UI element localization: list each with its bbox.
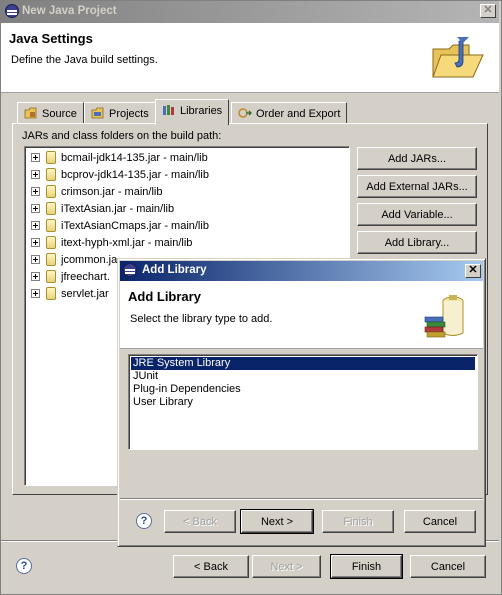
- expand-icon[interactable]: [31, 272, 40, 281]
- jar-row[interactable]: crimson.jar - main/lib: [31, 185, 162, 202]
- expand-icon[interactable]: [31, 221, 40, 230]
- finish-button[interactable]: Finish: [330, 554, 403, 579]
- dialog-page-description: Select the library type to add.: [130, 313, 273, 325]
- add-jars-button[interactable]: Add JARs...: [357, 147, 477, 170]
- wizard-page-description: Define the Java build settings.: [11, 54, 158, 66]
- expand-icon[interactable]: [31, 170, 40, 179]
- tab-projects[interactable]: Projects: [84, 102, 156, 124]
- cancel-button[interactable]: Cancel: [410, 555, 486, 578]
- jar-icon: [46, 287, 56, 300]
- jar-row[interactable]: servlet.jar: [31, 287, 109, 304]
- jar-icon: [46, 151, 56, 164]
- library-type-item[interactable]: JUnit: [131, 370, 475, 383]
- jar-label: jcommon.ja: [61, 254, 118, 266]
- library-type-list[interactable]: JRE System Library JUnit Plug-in Depende…: [128, 354, 478, 450]
- jar-icon: [46, 236, 56, 249]
- dialog-back-button[interactable]: < Back: [164, 510, 236, 533]
- eclipse-logo-icon: [5, 4, 19, 18]
- next-button[interactable]: Next >: [252, 555, 321, 578]
- library-type-item[interactable]: User Library: [131, 396, 475, 409]
- jar-label: iTextAsianCmaps.jar - main/lib: [61, 220, 209, 232]
- dialog-next-button[interactable]: Next >: [240, 509, 314, 534]
- jar-row[interactable]: jfreechart.: [31, 270, 110, 287]
- jar-row[interactable]: itext-hyph-xml.jar - main/lib: [31, 236, 192, 253]
- add-library-button[interactable]: Add Library...: [357, 231, 477, 254]
- source-icon: [24, 107, 37, 119]
- jar-row[interactable]: bcmail-jdk14-135.jar - main/lib: [31, 151, 208, 168]
- tab-libraries-label: Libraries: [180, 105, 223, 117]
- libraries-icon: [163, 105, 174, 115]
- dialog-footer-separator: [120, 498, 483, 500]
- expand-icon[interactable]: [31, 204, 40, 213]
- jar-row[interactable]: jcommon.ja: [31, 253, 117, 270]
- jar-row[interactable]: iTextAsianCmaps.jar - main/lib: [31, 219, 209, 236]
- library-type-item[interactable]: Plug-in Dependencies: [131, 383, 475, 396]
- dialog-banner: Add Library Select the library type to a…: [120, 281, 483, 349]
- library-jar-icon: [424, 295, 464, 338]
- dialog-page-title: Add Library: [128, 289, 201, 304]
- window-titlebar[interactable]: New Java Project ✕: [1, 1, 499, 23]
- jar-row[interactable]: iTextAsian.jar - main/lib: [31, 202, 174, 219]
- wizard-banner: Java Settings Define the Java build sett…: [1, 23, 499, 93]
- add-library-dialog: Add Library ✕ Add Library Select the lib…: [117, 258, 486, 547]
- jar-icon: [46, 253, 56, 266]
- expand-icon[interactable]: [31, 153, 40, 162]
- tab-order-and-export-label: Order and Export: [256, 108, 341, 120]
- jar-label: itext-hyph-xml.jar - main/lib: [61, 237, 193, 249]
- jar-icon: [46, 219, 56, 232]
- expand-icon[interactable]: [31, 187, 40, 196]
- projects-icon: [91, 107, 104, 119]
- dialog-finish-button[interactable]: Finish: [322, 510, 394, 533]
- jar-icon: [46, 168, 56, 181]
- dialog-help-icon[interactable]: ?: [136, 513, 152, 529]
- wizard-page-title: Java Settings: [9, 31, 93, 46]
- tab-libraries[interactable]: Libraries: [155, 99, 230, 125]
- eclipse-logo-icon: [123, 263, 137, 277]
- help-icon[interactable]: ?: [16, 558, 32, 574]
- jar-label: bcmail-jdk14-135.jar - main/lib: [61, 152, 208, 164]
- add-variable-button[interactable]: Add Variable...: [357, 203, 477, 226]
- tab-source-label: Source: [42, 108, 77, 120]
- back-button[interactable]: < Back: [173, 555, 249, 578]
- order-export-icon: [238, 108, 252, 118]
- dialog-cancel-button[interactable]: Cancel: [404, 510, 476, 533]
- window-title: New Java Project: [22, 5, 117, 17]
- dialog-titlebar[interactable]: Add Library ✕: [120, 261, 483, 281]
- tab-projects-label: Projects: [109, 108, 149, 120]
- tab-source[interactable]: Source: [17, 102, 84, 124]
- jar-label: iTextAsian.jar - main/lib: [61, 203, 175, 215]
- add-external-jars-button[interactable]: Add External JARs...: [357, 175, 477, 198]
- build-path-list-label: JARs and class folders on the build path…: [22, 130, 222, 142]
- dialog-title: Add Library: [142, 264, 207, 276]
- jar-label: jfreechart.: [61, 271, 110, 283]
- jar-icon: [46, 270, 56, 283]
- jar-label: crimson.jar - main/lib: [61, 186, 163, 198]
- dialog-close-button[interactable]: ✕: [465, 264, 481, 278]
- jar-icon: [46, 202, 56, 215]
- expand-icon[interactable]: [31, 255, 40, 264]
- java-project-folder-icon: [432, 37, 484, 78]
- expand-icon[interactable]: [31, 289, 40, 298]
- jar-label: bcprov-jdk14-135.jar - main/lib: [61, 169, 209, 181]
- tab-order-and-export[interactable]: Order and Export: [231, 102, 348, 124]
- jar-row[interactable]: bcprov-jdk14-135.jar - main/lib: [31, 168, 209, 185]
- jar-icon: [46, 185, 56, 198]
- window-close-button[interactable]: ✕: [480, 4, 496, 18]
- expand-icon[interactable]: [31, 238, 40, 247]
- library-type-item[interactable]: JRE System Library: [131, 357, 475, 370]
- jar-label: servlet.jar: [61, 288, 109, 300]
